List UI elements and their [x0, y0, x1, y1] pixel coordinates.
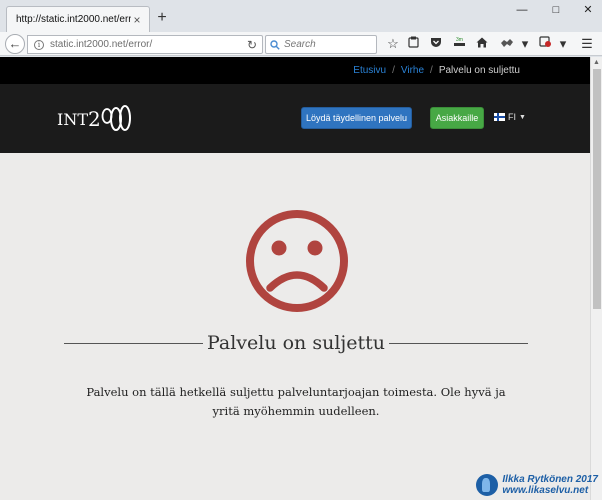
watermark-logo-icon	[476, 474, 499, 496]
site-header: INT 2 Löydä täydellinen palvelu Asiakkai…	[0, 84, 590, 153]
finnish-flag-icon	[494, 113, 505, 121]
caret-down-icon: ▼	[519, 113, 526, 121]
chevron-down-icon[interactable]: ▾	[516, 35, 534, 53]
address-bar[interactable]: i static.int2000.net/error/ ↻	[27, 35, 263, 54]
reading-list-icon[interactable]	[404, 35, 422, 53]
breadcrumb-home[interactable]: Etusivu	[353, 65, 386, 76]
reload-icon[interactable]: ↻	[242, 38, 262, 52]
page-title: Palvelu on suljettu	[206, 332, 386, 354]
page-title-row: Palvelu on suljettu	[64, 330, 528, 356]
search-placeholder: Search	[284, 39, 316, 50]
divider	[64, 342, 203, 344]
scrollbar-thumb[interactable]	[593, 69, 601, 309]
close-tab-icon[interactable]: ×	[131, 14, 143, 26]
tab-title: http://static.int2000.net/error/	[16, 14, 131, 25]
watermark-text: Ilkka Rytkönen 2017 www.likaselvu.net	[502, 474, 598, 496]
back-arrow-icon[interactable]: ←	[5, 34, 25, 54]
watermark-line-2: www.likaselvu.net	[502, 485, 589, 496]
logo-2000-mark: 2	[88, 105, 131, 131]
language-code: FI	[508, 112, 516, 122]
new-tab-icon[interactable]: +	[154, 10, 170, 26]
svg-text:2: 2	[88, 107, 101, 131]
breadcrumb-error[interactable]: Virhe	[401, 65, 424, 76]
vertical-scrollbar[interactable]: ▲	[590, 57, 602, 500]
search-icon	[270, 39, 280, 50]
maximize-icon[interactable]: □	[542, 3, 570, 19]
close-window-icon[interactable]: ✕	[574, 3, 602, 19]
search-input[interactable]: Search	[265, 35, 377, 54]
minimize-icon[interactable]: —	[508, 3, 536, 19]
svg-text:3m: 3m	[456, 37, 463, 43]
extension-icon[interactable]	[498, 35, 516, 53]
divider	[389, 342, 528, 344]
breadcrumb-separator: /	[430, 65, 433, 76]
language-selector[interactable]: FI ▼	[494, 112, 526, 122]
browser-tabstrip: http://static.int2000.net/error/ × + — □…	[0, 0, 602, 32]
breadcrumb-separator: /	[392, 65, 395, 76]
error-message: Palvelu on tällä hetkellä suljettu palve…	[86, 385, 506, 418]
page-viewport: Etusivu / Virhe / Palvelu on suljettu IN…	[0, 57, 602, 500]
hamburger-menu-icon[interactable]: ☰	[578, 35, 596, 53]
logo-text: INT	[57, 109, 88, 129]
scroll-up-icon[interactable]: ▲	[591, 57, 602, 68]
bookmark-star-icon[interactable]: ☆	[384, 35, 402, 53]
breadcrumb: Etusivu / Virhe / Palvelu on suljettu	[353, 65, 520, 76]
find-service-button[interactable]: Löydä täydellinen palvelu	[301, 107, 412, 129]
addon-chevron-down-icon[interactable]: ▾	[554, 35, 572, 53]
pocket-icon[interactable]	[427, 35, 445, 53]
browser-navbar: ← i static.int2000.net/error/ ↻ Search ☆…	[0, 32, 602, 56]
download-icon[interactable]: 3m	[450, 35, 468, 53]
site-logo[interactable]: INT 2	[57, 102, 132, 136]
url-text: static.int2000.net/error/	[50, 39, 153, 50]
customers-button[interactable]: Asiakkaille	[430, 107, 484, 129]
watermark: Ilkka Rytkönen 2017 www.likaselvu.net	[476, 474, 598, 496]
error-content: Palvelu on suljettu Palvelu on tällä het…	[0, 153, 590, 500]
breadcrumb-current: Palvelu on suljettu	[438, 65, 520, 76]
home-icon[interactable]	[473, 35, 491, 53]
browser-tab[interactable]: http://static.int2000.net/error/ ×	[6, 6, 150, 32]
info-icon[interactable]: i	[34, 39, 44, 50]
top-bar: Etusivu / Virhe / Palvelu on suljettu	[0, 57, 590, 84]
sad-face-icon	[246, 210, 348, 312]
watermark-line-1: Ilkka Rytkönen 2017	[502, 474, 598, 485]
addon-icon[interactable]	[536, 35, 554, 53]
